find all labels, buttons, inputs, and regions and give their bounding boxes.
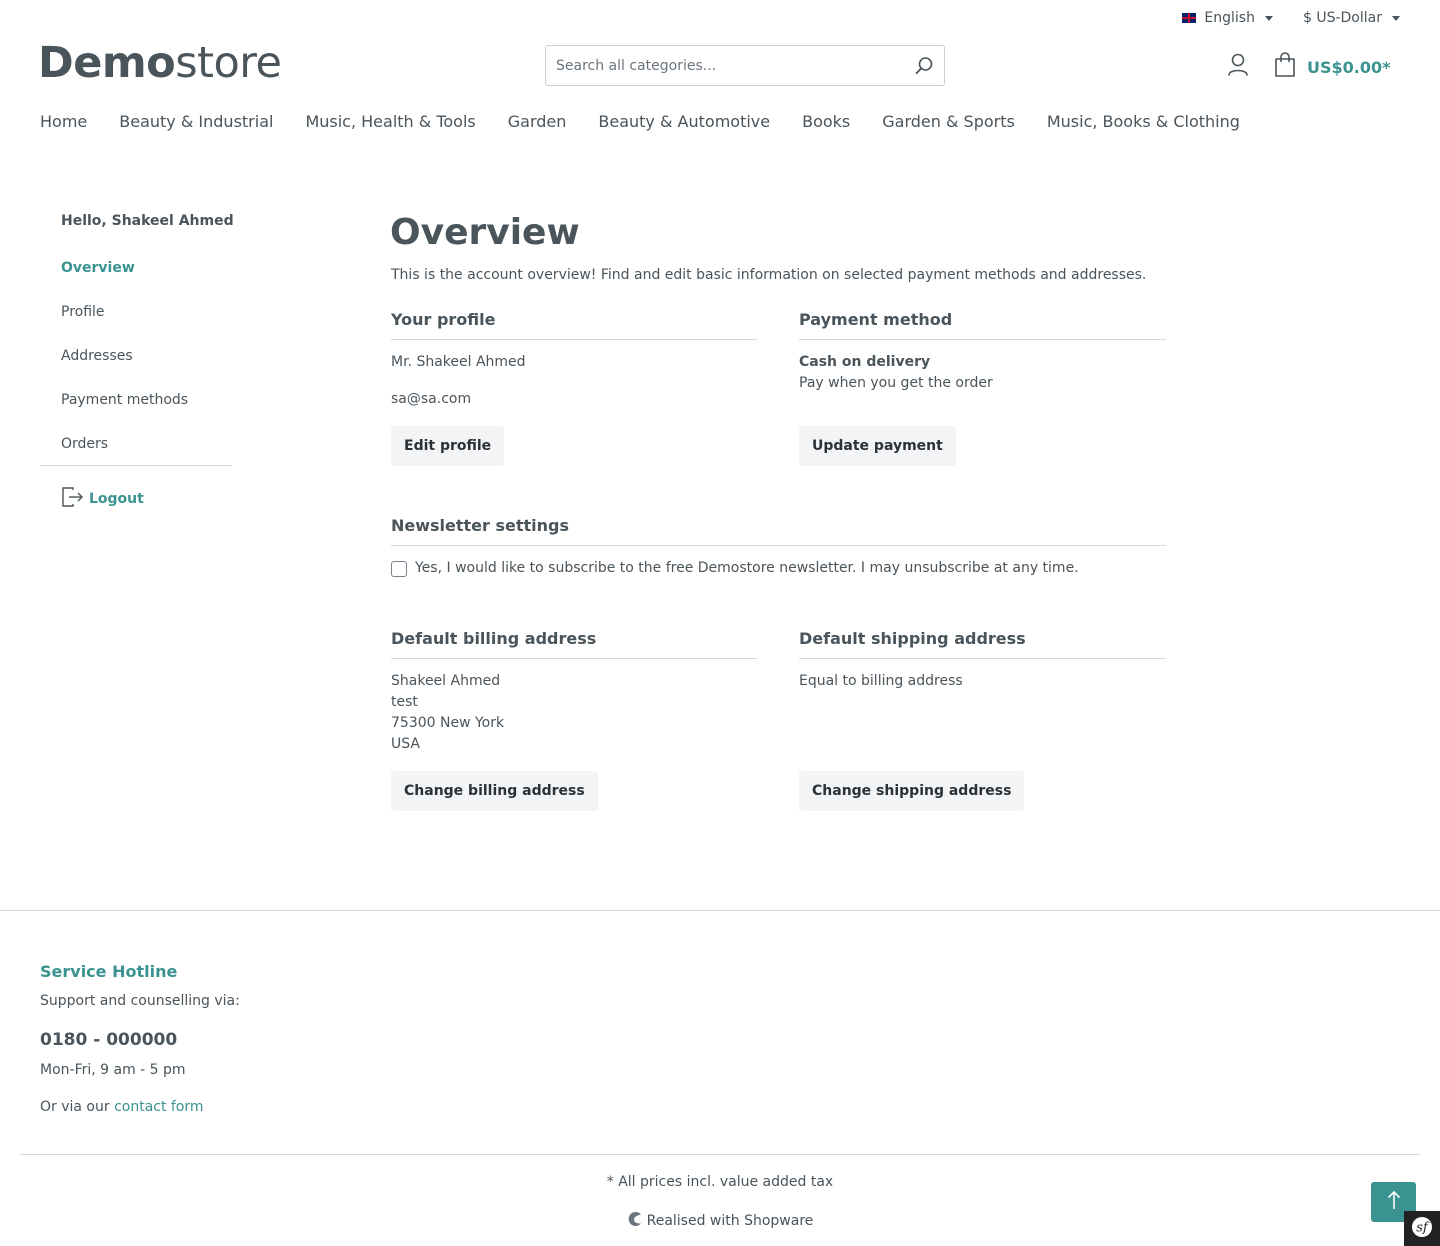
sidebar-item-payment-methods[interactable]: Payment methods (40, 378, 232, 422)
contact-line: Or via our contact form (40, 1099, 204, 1115)
search-input[interactable] (546, 46, 904, 85)
profile-card-divider (391, 339, 757, 340)
logout-label: Logout (89, 491, 144, 507)
billing-card-title: Default billing address (391, 629, 597, 648)
logout-icon (61, 485, 85, 513)
realised-with-shopware[interactable]: Realised with Shopware (0, 1211, 1440, 1231)
nav-item-garden[interactable]: Garden (508, 112, 567, 131)
tax-note: * All prices incl. value added tax (606, 1174, 834, 1190)
nav-item-beauty-automotive[interactable]: Beauty & Automotive (598, 112, 770, 131)
newsletter-checkbox-label[interactable]: Yes, I would like to subscribe to the fr… (415, 560, 1079, 576)
account-sidebar: Overview Profile Addresses Payment metho… (40, 246, 232, 466)
top-bar: English $ US-Dollar (1182, 8, 1400, 28)
sidebar-divider (40, 465, 232, 466)
language-dropdown[interactable]: English (1182, 10, 1273, 26)
logout-link[interactable]: Logout (61, 485, 144, 513)
hotline-hours: Mon-Fri, 9 am - 5 pm (40, 1062, 186, 1078)
sidebar-item-profile[interactable]: Profile (40, 290, 232, 334)
billing-card-divider (391, 658, 757, 659)
currency-label: $ US-Dollar (1302, 10, 1382, 26)
search-box (545, 45, 945, 86)
realised-label: Realised with Shopware (646, 1213, 814, 1229)
hotline-phone[interactable]: 0180 - 000000 (40, 1030, 177, 1050)
nav-item-music-books-clothing[interactable]: Music, Books & Clothing (1047, 112, 1240, 131)
cart-total: US$0.00* (1307, 57, 1391, 77)
shopware-logo-icon (627, 1211, 643, 1231)
nav-item-garden-sports[interactable]: Garden & Sports (882, 112, 1015, 131)
search-icon[interactable] (904, 56, 944, 76)
service-hotline-title: Service Hotline (40, 962, 178, 981)
change-shipping-address-button[interactable]: Change shipping address (799, 771, 1025, 811)
profile-name: Mr. Shakeel Ahmed (391, 354, 526, 370)
shipping-card-divider (799, 658, 1166, 659)
billing-address-line: test (391, 694, 418, 710)
billing-address-line: Shakeel Ahmed (391, 673, 501, 689)
chevron-down-icon (1392, 15, 1400, 21)
footer-bottom-divider (20, 1154, 1420, 1155)
contact-prefix: Or via our (40, 1099, 110, 1115)
billing-address-line: 75300 New York (391, 715, 505, 731)
newsletter-card-divider (391, 545, 1166, 546)
edit-profile-button[interactable]: Edit profile (391, 426, 505, 466)
logo-light: store (175, 38, 282, 88)
support-text: Support and counselling via: (40, 993, 240, 1009)
language-label: English (1204, 10, 1255, 26)
update-payment-button[interactable]: Update payment (799, 426, 956, 466)
nav-item-beauty-industrial[interactable]: Beauty & Industrial (119, 112, 273, 131)
account-greeting: Hello, Shakeel Ahmed (61, 213, 234, 229)
nav-item-music-health-tools[interactable]: Music, Health & Tools (305, 112, 475, 131)
account-icon[interactable] (1226, 52, 1250, 78)
shopping-bag-icon (1273, 52, 1297, 82)
cart-button[interactable]: US$0.00* (1273, 52, 1391, 82)
main-navigation: Home Beauty & Industrial Music, Health &… (40, 112, 1240, 131)
footer-divider (0, 910, 1440, 911)
profile-card-title: Your profile (391, 310, 496, 329)
nav-item-books[interactable]: Books (802, 112, 850, 131)
profile-email: sa@sa.com (391, 391, 472, 407)
payment-method-description: Pay when you get the order (799, 375, 993, 391)
shipping-address-text: Equal to billing address (799, 673, 963, 689)
billing-address-line: USA (391, 736, 420, 752)
page-title: Overview (390, 212, 580, 253)
sidebar-item-orders[interactable]: Orders (40, 422, 232, 466)
symfony-logo-icon: sf (1411, 1216, 1433, 1242)
arrow-up-icon (1387, 1190, 1401, 1214)
sidebar-item-addresses[interactable]: Addresses (40, 334, 232, 378)
nav-item-home[interactable]: Home (40, 112, 87, 131)
payment-card-title: Payment method (799, 310, 953, 329)
newsletter-card-title: Newsletter settings (391, 516, 570, 535)
shipping-card-title: Default shipping address (799, 629, 1026, 648)
change-billing-address-button[interactable]: Change billing address (391, 771, 598, 811)
chevron-down-icon (1264, 15, 1273, 21)
currency-dropdown[interactable]: $ US-Dollar (1303, 10, 1400, 26)
contact-form-link[interactable]: contact form (114, 1099, 203, 1115)
uk-flag-icon (1182, 13, 1197, 23)
overview-intro: This is the account overview! Find and e… (391, 267, 1147, 283)
symfony-toolbar-badge[interactable]: sf (1404, 1211, 1440, 1246)
newsletter-checkbox[interactable] (391, 561, 407, 577)
sidebar-item-overview[interactable]: Overview (40, 246, 232, 290)
logo-bold: Demo (38, 38, 176, 88)
store-logo[interactable]: Demostore (38, 38, 282, 88)
payment-card-divider (799, 339, 1166, 340)
payment-method-name: Cash on delivery (799, 354, 931, 370)
